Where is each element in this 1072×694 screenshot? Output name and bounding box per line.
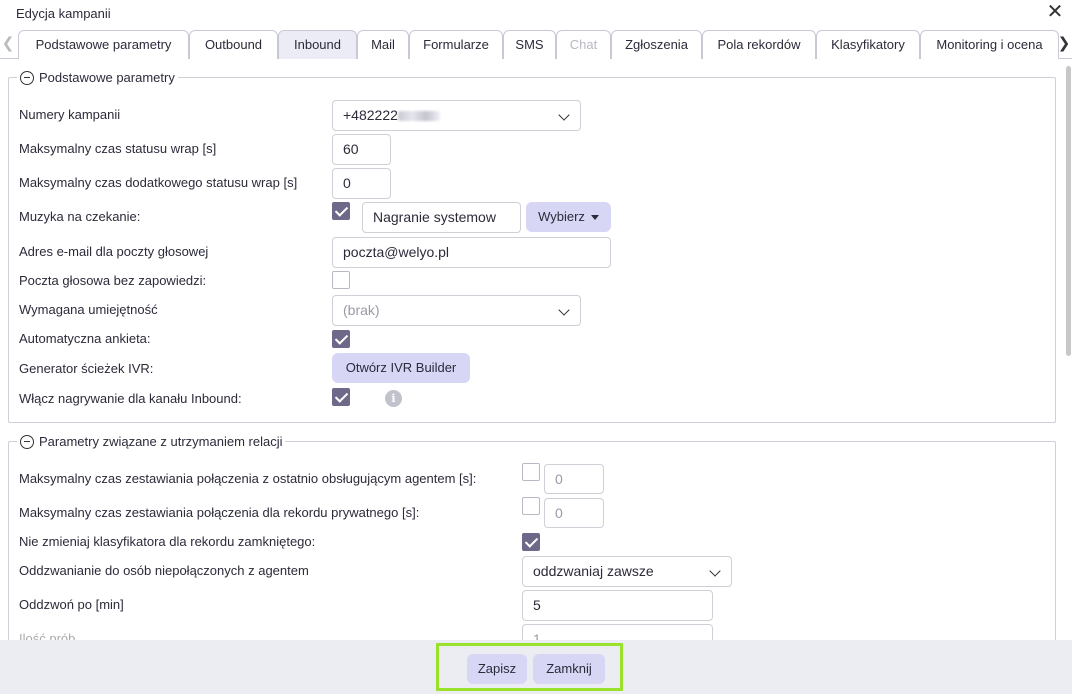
info-icon[interactable]: i [385, 390, 402, 407]
chevron-down-icon [558, 304, 570, 316]
private-record-input[interactable]: 0 [544, 498, 604, 528]
auto-survey-label: Automatyczna ankieta: [19, 331, 151, 346]
max-extra-wrap-label: Maksymalny czas dodatkowego statusu wrap… [19, 175, 298, 190]
chevron-down-icon [558, 109, 570, 121]
attempts-label: Ilość prób [19, 631, 76, 640]
tab-pola-rekordow[interactable]: Pola rekordów [702, 30, 816, 59]
dialog-footer: Zapisz Zamknij [0, 640, 1072, 694]
callback-after-input[interactable]: 5 [522, 590, 713, 621]
choose-music-label: Wybierz [538, 209, 585, 224]
last-agent-checkbox[interactable] [522, 463, 540, 481]
last-agent-label: Maksymalny czas zestawiania połączenia z… [19, 471, 477, 486]
dialog-titlebar: Edycja kampanii ✕ [0, 0, 1072, 28]
required-skill-label: Wymagana umiejętność [19, 302, 158, 317]
campaign-numbers-label: Numery kampanii [19, 107, 121, 122]
tab-zgloszenia[interactable]: Zgłoszenia [611, 30, 702, 59]
keep-classifier-label: Nie zmieniaj klasyfikatora dla rekordu z… [19, 534, 316, 549]
scrollbar-thumb[interactable] [1066, 66, 1071, 356]
auto-survey-checkbox[interactable] [332, 330, 350, 348]
tab-chat: Chat [556, 30, 611, 59]
chevron-down-icon [709, 565, 721, 577]
private-record-checkbox[interactable] [522, 497, 540, 515]
voicemail-no-greeting-checkbox[interactable] [332, 271, 350, 289]
callback-after-label: Oddzwoń po [min] [19, 597, 124, 612]
private-record-label: Maksymalny czas zestawiania połączenia d… [19, 505, 420, 520]
required-skill-value: (brak) [343, 302, 380, 318]
max-wrap-label: Maksymalny czas statusu wrap [s] [19, 141, 217, 156]
tab-monitoring-i-ocena[interactable]: Monitoring i ocena [920, 30, 1059, 59]
section-title: Parametry związane z utrzymaniem relacji [39, 434, 283, 449]
section-relationship-legend[interactable]: Parametry związane z utrzymaniem relacji [17, 434, 285, 449]
tab-content: Podstawowe parametry Numery kampanii +48… [0, 60, 1072, 640]
attempts-input[interactable]: 1 [522, 624, 713, 640]
voicemail-no-greeting-label: Poczta głosowa bez zapowiedzi: [19, 273, 207, 288]
close-icon[interactable]: ✕ [1044, 2, 1066, 24]
open-ivr-builder-button[interactable]: Otwórz IVR Builder [332, 353, 470, 383]
tab-klasyfikatory[interactable]: Klasyfikatory [816, 30, 920, 59]
save-button[interactable]: Zapisz [467, 654, 527, 684]
campaign-numbers-select[interactable]: +482222 [332, 100, 581, 131]
choose-music-button[interactable]: Wybierz [526, 202, 611, 232]
callback-unconnected-select[interactable]: oddzwaniaj zawsze [522, 556, 732, 587]
hold-music-label: Muzyka na czekanie: [19, 209, 141, 224]
close-button[interactable]: Zamknij [533, 654, 605, 684]
last-agent-input[interactable]: 0 [544, 464, 604, 494]
required-skill-select[interactable]: (brak) [332, 295, 581, 326]
tab-bar: ❮ Podstawowe parametry Outbound Inbound … [0, 30, 1072, 59]
tab-inbound[interactable]: Inbound [278, 30, 357, 59]
tab-outbound[interactable]: Outbound [189, 30, 278, 59]
section-basic-params-legend[interactable]: Podstawowe parametry [17, 70, 178, 85]
tab-scroll-right-icon[interactable]: ❯ [1056, 30, 1072, 58]
callback-unconnected-value: oddzwaniaj zawsze [533, 563, 654, 579]
hold-music-input[interactable]: Nagranie systemow [362, 202, 521, 233]
record-inbound-checkbox[interactable] [332, 388, 350, 406]
vertical-scrollbar[interactable] [1064, 60, 1072, 640]
tab-mail[interactable]: Mail [357, 30, 409, 59]
tab-scroll-left-icon[interactable]: ❮ [0, 30, 16, 58]
collapse-icon[interactable] [20, 70, 34, 85]
record-inbound-label: Włącz nagrywanie dla kanału Inbound: [19, 391, 242, 406]
max-wrap-input[interactable]: 60 [332, 134, 391, 165]
hold-music-checkbox[interactable] [332, 202, 350, 220]
campaign-numbers-value: +482222 [343, 107, 398, 123]
section-title: Podstawowe parametry [39, 70, 175, 85]
tab-podstawowe-parametry[interactable]: Podstawowe parametry [18, 30, 189, 59]
caret-down-icon [590, 215, 599, 221]
max-extra-wrap-input[interactable]: 0 [332, 168, 391, 199]
dialog-title: Edycja kampanii [16, 6, 111, 21]
callback-unconnected-label: Oddzwanianie do osób niepołączonych z ag… [19, 563, 309, 578]
tab-formularze[interactable]: Formularze [409, 30, 503, 59]
voicemail-email-input[interactable]: poczta@welyo.pl [332, 237, 611, 268]
keep-classifier-checkbox[interactable] [522, 533, 540, 551]
tab-sms[interactable]: SMS [503, 30, 556, 59]
ivr-generator-label: Generator ścieżek IVR: [19, 361, 154, 376]
voicemail-email-label: Adres e-mail dla poczty głosowej [19, 244, 209, 259]
redacted-digits [397, 111, 440, 122]
collapse-icon[interactable] [20, 434, 34, 449]
